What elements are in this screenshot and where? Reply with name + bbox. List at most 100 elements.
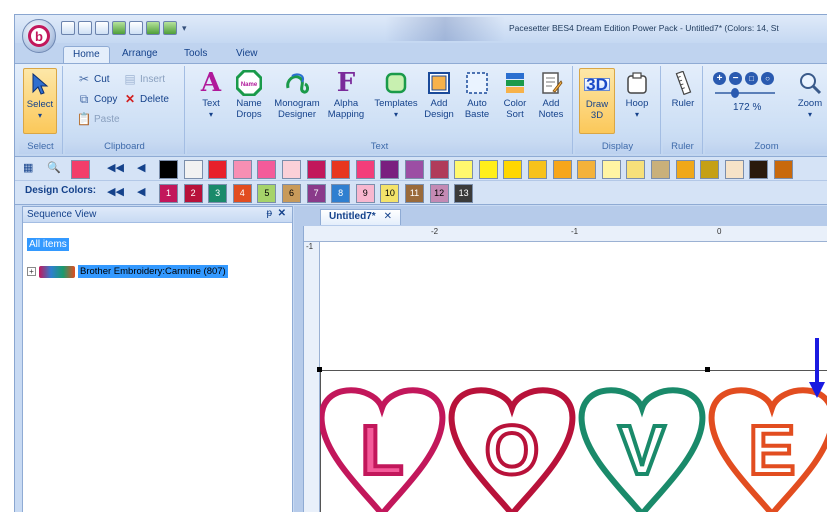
sequence-tree-item[interactable]: + Brother Embroidery:Carmine (807) [27,265,228,278]
palette-color-swatch[interactable] [429,160,449,179]
templates-button[interactable]: Templates ▾ [373,68,419,134]
qat-customize-icon[interactable]: ▾ [182,21,187,37]
zoom-actual-icon[interactable]: ○ [761,72,774,85]
svg-text:Name: Name [241,82,258,88]
palette-color-swatch[interactable] [724,160,744,179]
scroll-first-icon[interactable]: ◀◀ [107,161,124,174]
design-canvas[interactable]: LOVE [317,242,827,512]
sequence-item-label[interactable]: Brother Embroidery:Carmine (807) [78,265,228,278]
add-design-button[interactable]: Add Design [421,68,457,134]
alpha-mapping-button[interactable]: F Alpha Mapping [325,68,367,134]
design-color-swatch[interactable]: 13 [454,184,474,203]
design-color-swatch[interactable]: 12 [429,184,449,203]
design-color-swatch[interactable]: 11 [405,184,424,203]
print-icon[interactable] [129,21,143,35]
palette-color-swatch[interactable] [454,160,474,179]
palette-color-swatch[interactable] [651,160,670,179]
copy-button[interactable]: ⧉ Copy [77,90,118,108]
delete-button[interactable]: ✕ Delete [123,90,169,108]
zoom-slider[interactable] [715,88,775,98]
palette-color-swatch[interactable] [774,160,793,179]
name-drops-button[interactable]: Name Name Drops [231,68,267,134]
palette-color-swatch[interactable] [700,160,720,179]
love-embroidery-design[interactable]: LOVE [320,368,827,512]
paste-button[interactable]: 📋 Paste [77,110,120,128]
ruler-button[interactable]: Ruler [665,68,701,134]
palette-color-swatch[interactable] [528,160,547,179]
undo-icon[interactable] [146,21,160,35]
design-scroll-prev-icon[interactable]: ◀ [137,185,145,198]
palette-color-swatch[interactable] [306,160,326,179]
zoom-button[interactable]: Zoom ▾ [795,68,825,134]
new-file-icon[interactable] [61,21,75,35]
zoom-out-icon[interactable]: − [729,72,742,85]
zoom-slider-thumb[interactable] [731,88,739,98]
thread-search-icon[interactable]: 🔍 [47,161,61,174]
palette-color-swatch[interactable] [749,160,769,179]
expand-toggle-icon[interactable]: + [27,267,36,276]
save-icon[interactable] [95,21,109,35]
design-color-swatch[interactable]: 9 [355,184,375,203]
document-tab-label: Untitled7* [329,211,376,222]
scroll-prev-icon[interactable]: ◀ [137,161,145,174]
tab-tools[interactable]: Tools [175,46,216,63]
document-tab-close-icon[interactable]: ✕ [384,211,392,224]
palette-color-swatch[interactable] [552,160,572,179]
current-color-swatch[interactable] [71,160,90,179]
application-menu-button[interactable]: b [22,19,56,53]
insert-icon: ▤ [124,72,136,86]
select-button[interactable]: Select ▾ [23,68,57,134]
color-sort-button[interactable]: Color Sort [497,68,533,134]
design-color-swatch[interactable]: 1 [159,184,178,203]
palette-color-swatch[interactable] [257,160,277,179]
palette-color-swatch[interactable] [405,160,424,179]
hoop-button[interactable]: Hoop ▾ [619,68,655,134]
design-color-swatch[interactable]: 8 [331,184,351,203]
palette-color-swatch[interactable] [380,160,400,179]
text-button[interactable]: A Text ▾ [193,68,229,134]
tab-view[interactable]: View [227,46,267,63]
design-color-swatch[interactable]: 3 [208,184,228,203]
design-color-swatch[interactable]: 2 [183,184,203,203]
pin-icon[interactable]: ᵽ [266,208,272,219]
refresh-icon[interactable] [112,21,126,35]
zoom-in-icon[interactable]: + [713,72,726,85]
ruler-label: Ruler [671,98,695,109]
auto-baste-button[interactable]: Auto Baste [459,68,495,134]
monogram-designer-button[interactable]: Monogram Designer [271,68,323,134]
palette-color-swatch[interactable] [159,160,178,179]
design-color-swatch[interactable]: 6 [282,184,301,203]
design-color-swatch[interactable]: 4 [232,184,252,203]
document-tab[interactable]: Untitled7* ✕ [320,209,402,225]
design-color-swatch[interactable]: 7 [306,184,326,203]
design-scroll-first-icon[interactable]: ◀◀ [107,185,124,198]
palette-color-swatch[interactable] [503,160,523,179]
close-panel-icon[interactable]: ✕ [278,208,286,219]
palette-color-swatch[interactable] [355,160,375,179]
zoom-fit-icon[interactable]: □ [745,72,758,85]
palette-color-swatch[interactable] [331,160,351,179]
palette-color-swatch[interactable] [577,160,597,179]
draw-3d-button[interactable]: 3D Draw 3D [579,68,615,134]
palette-color-swatch[interactable] [208,160,228,179]
all-items-node[interactable]: All items [27,238,69,251]
insert-button[interactable]: ▤ Insert [123,70,165,88]
open-folder-icon[interactable] [78,21,92,35]
tab-arrange[interactable]: Arrange [113,46,167,63]
design-color-swatch[interactable]: 5 [257,184,277,203]
cut-button[interactable]: ✂ Cut [77,70,110,88]
templates-dropdown-icon: ▾ [393,110,398,119]
tab-home[interactable]: Home [63,46,110,63]
palette-color-swatch[interactable] [675,160,695,179]
add-notes-button[interactable]: Add Notes [533,68,569,134]
palette-color-swatch[interactable] [232,160,252,179]
design-color-swatch[interactable]: 10 [380,184,400,203]
blue-arrow-annotation [809,338,825,398]
palette-color-swatch[interactable] [626,160,646,179]
palette-color-swatch[interactable] [478,160,498,179]
palette-color-swatch[interactable] [601,160,621,179]
palette-color-swatch[interactable] [282,160,301,179]
palette-color-swatch[interactable] [183,160,203,179]
redo-icon[interactable] [163,21,177,35]
thread-chart-icon[interactable]: ▦ [23,161,33,174]
